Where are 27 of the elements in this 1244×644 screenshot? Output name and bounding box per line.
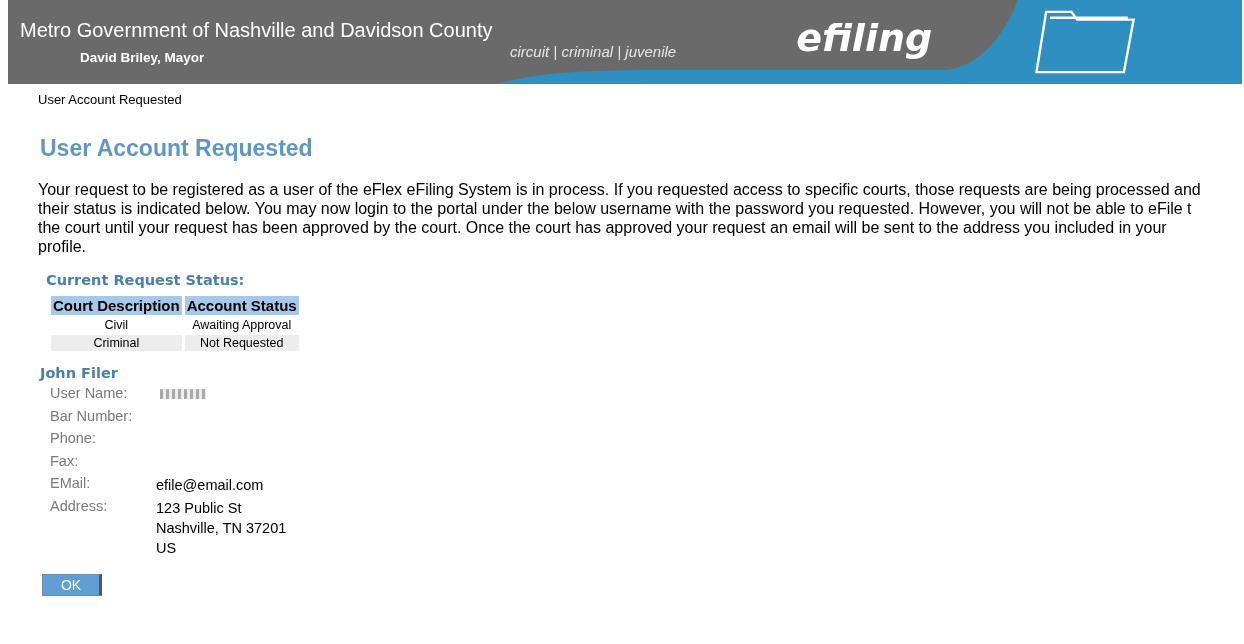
table-cell-text: Awaiting Approval [191, 317, 293, 333]
page-heading: User Account Requested [40, 135, 314, 162]
column-header: Account Status [184, 296, 299, 315]
redacted-value [160, 389, 206, 399]
profile-name: John Filer [40, 365, 119, 381]
ok-button[interactable]: OK [42, 573, 102, 596]
field-value: Nashville, TN 37201 [156, 518, 287, 538]
field-label: Bar Number: [50, 407, 134, 426]
field-label: User Name: [50, 385, 129, 403]
table-cell: Criminal [51, 335, 182, 351]
table-cell-text: Civil [103, 317, 130, 333]
field-label: EMail: [50, 475, 92, 493]
header-subtitle: David Briley, Mayor [80, 50, 206, 65]
brand-logo: efiling [796, 16, 933, 60]
field-value: 123 Public St [156, 498, 243, 518]
header-tagline: circuit | criminal | juvenile [510, 42, 677, 60]
field-value: US [156, 538, 178, 558]
field-label: Fax: [50, 452, 80, 471]
field-value: efile@email.com [156, 476, 264, 495]
column-header: Court Description [51, 296, 182, 315]
section-title: Current Request Status: [46, 272, 246, 288]
message-paragraph: Your request to be registered as a user of the eFlex eFiling System is in process. If you requested access to specific courts, those requests are being processed and their status is indicated below. You may now login to the portal under the below username with the password you requested. However, you will not be able to eFile t the court until your request has been approved by the court. Once the court has approved your request an email will be sent to the address you included in your profile. [38, 180, 1202, 256]
table-cell: Not Requested [184, 335, 299, 351]
field-label: Address: [50, 497, 109, 516]
field-label: Phone: [50, 430, 97, 448]
breadcrumb: User Account Requested [38, 92, 183, 107]
header-title: Metro Government of Nashville and Davidson County [20, 19, 494, 42]
